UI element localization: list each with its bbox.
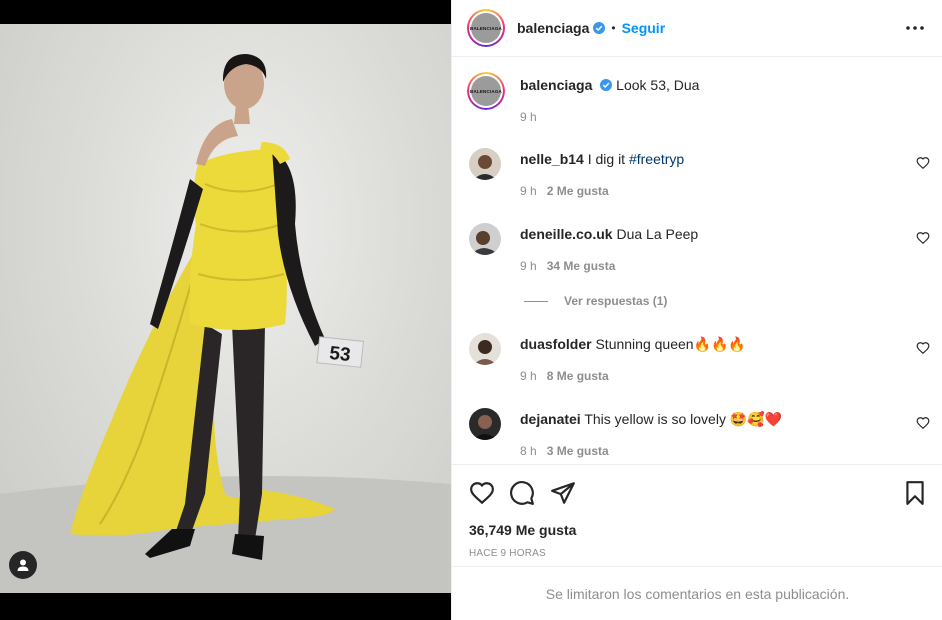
comment-body: Dua La Peep (616, 226, 699, 242)
replies-divider (524, 300, 548, 302)
avatar-logo: BALENCIAGA (470, 13, 502, 43)
comment-body: This yellow is so lovely 🤩🥰❤️ (584, 411, 783, 427)
more-options-icon[interactable] (905, 18, 925, 38)
caption-text: balenciaga Look 53, Dua (520, 76, 699, 94)
comment-time[interactable]: 9 h (520, 259, 537, 273)
commenter-avatar[interactable] (469, 408, 501, 440)
comment-time[interactable]: 8 h (520, 444, 537, 458)
header-separator: • (611, 21, 616, 35)
commenter-avatar[interactable] (469, 148, 501, 180)
user-icon (17, 559, 29, 571)
floor (0, 476, 451, 593)
tagged-users-button[interactable] (9, 551, 37, 579)
caption-avatar[interactable]: BALENCIAGA (467, 72, 505, 110)
like-comment-heart-icon[interactable] (916, 156, 930, 170)
comment-time[interactable]: 9 h (520, 184, 537, 198)
fashion-photo: 53 (0, 54, 451, 593)
comment-bubble-icon[interactable] (509, 480, 535, 506)
avatar-border: BALENCIAGA (469, 11, 503, 45)
avatar-photo (469, 333, 501, 365)
comment-meta: 9 h 34 Me gusta (520, 259, 615, 273)
comment-text: deneille.co.uk Dua La Peep (520, 225, 698, 243)
comment-body: I dig it (587, 151, 629, 167)
instagram-post-window: 53 BALENCIAGA balenciaga • Seguir BALENC… (0, 0, 942, 620)
comment-username[interactable]: nelle_b14 (520, 151, 584, 167)
comments-list[interactable]: BALENCIAGA balenciaga Look 53, Dua 9 h n… (452, 58, 942, 462)
author-username[interactable]: balenciaga (517, 20, 589, 36)
post-side-panel: BALENCIAGA balenciaga • Seguir BALENCIAG… (451, 0, 942, 620)
like-comment-heart-icon[interactable] (916, 341, 930, 355)
like-heart-icon[interactable] (469, 480, 495, 506)
comment-meta: 9 h 8 Me gusta (520, 369, 609, 383)
caption-time[interactable]: 9 h (520, 110, 537, 124)
commenter-avatar[interactable] (469, 223, 501, 255)
comment-meta: 8 h 3 Me gusta (520, 444, 609, 458)
caption-body: Look 53, Dua (616, 77, 700, 93)
comment-username[interactable]: deneille.co.uk (520, 226, 613, 242)
comment-text: dejanatei This yellow is so lovely 🤩🥰❤️ (520, 410, 782, 428)
comment-text: duasfolder Stunning queen🔥🔥🔥 (520, 335, 746, 353)
comment-likes[interactable]: 8 Me gusta (547, 369, 609, 383)
avatar-photo (469, 223, 501, 255)
svg-text:53: 53 (328, 343, 351, 366)
post-actions: 36,749 Me gusta HACE 9 HORAS (452, 464, 942, 566)
comment-time[interactable]: 9 h (520, 369, 537, 383)
post-header: BALENCIAGA balenciaga • Seguir (452, 0, 942, 57)
look-number-card: 53 (316, 336, 364, 368)
comment-meta: 9 h 2 Me gusta (520, 184, 609, 198)
caption-username[interactable]: balenciaga (520, 77, 592, 93)
comments-limited-notice: Se limitaron los comentarios en esta pub… (452, 566, 942, 620)
caption-avatar-ring: BALENCIAGA (467, 72, 505, 110)
comment-hashtag[interactable]: #freetryp (629, 151, 684, 167)
view-replies-button[interactable]: Ver respuestas (1) (524, 294, 667, 308)
like-comment-heart-icon[interactable] (916, 231, 930, 245)
follow-button[interactable]: Seguir (622, 20, 666, 36)
caption-avatar-border: BALENCIAGA (469, 74, 503, 108)
post-photo[interactable]: 53 (0, 24, 451, 593)
comment-username[interactable]: duasfolder (520, 336, 592, 352)
comment-likes[interactable]: 3 Me gusta (547, 444, 609, 458)
comment-username[interactable]: dejanatei (520, 411, 581, 427)
comment-text: nelle_b14 I dig it #freetryp (520, 150, 684, 168)
view-replies-label: Ver respuestas (1) (564, 294, 668, 308)
avatar-photo (469, 148, 501, 180)
post-media: 53 (0, 0, 451, 620)
share-paper-plane-icon[interactable] (550, 480, 576, 506)
dress-body (189, 149, 287, 330)
commenter-avatar[interactable] (469, 333, 501, 365)
verified-badge-icon (600, 79, 613, 91)
like-comment-heart-icon[interactable] (916, 416, 930, 430)
save-bookmark-icon[interactable] (902, 480, 928, 506)
comment-likes[interactable]: 34 Me gusta (547, 259, 616, 273)
avatar-photo (469, 408, 501, 440)
comment-body: Stunning queen🔥🔥🔥 (595, 336, 746, 352)
verified-badge-icon (593, 22, 606, 34)
caption-avatar-logo: BALENCIAGA (470, 76, 502, 106)
post-timestamp[interactable]: HACE 9 HORAS (469, 548, 546, 559)
author-avatar[interactable]: BALENCIAGA (467, 9, 505, 47)
comment-likes[interactable]: 2 Me gusta (547, 184, 609, 198)
likes-count[interactable]: 36,749 Me gusta (469, 522, 576, 538)
